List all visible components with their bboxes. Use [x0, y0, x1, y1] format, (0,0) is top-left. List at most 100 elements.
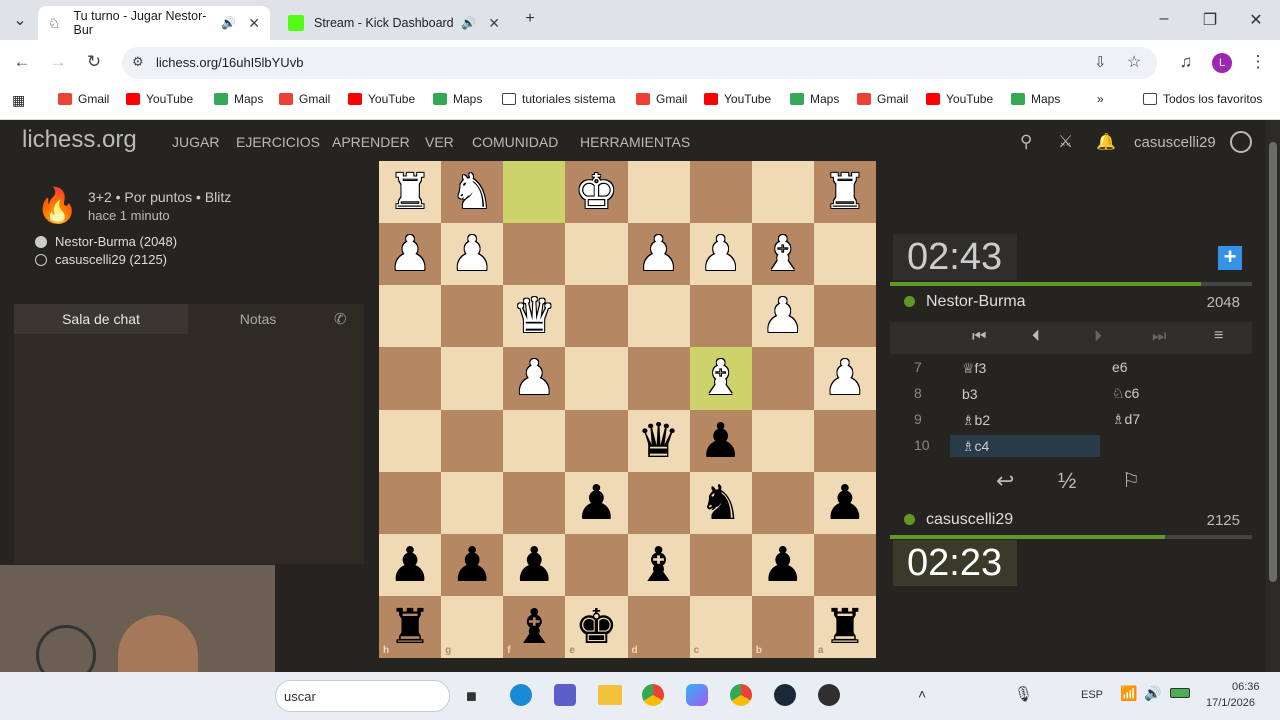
square-e3[interactable]	[565, 285, 628, 348]
edge-icon[interactable]	[510, 684, 532, 706]
bookmark-youtube[interactable]: YouTube	[126, 92, 193, 106]
chrome-profile-icon[interactable]	[730, 684, 752, 706]
white-piece-b2[interactable]: ♝	[752, 223, 814, 285]
square-b5[interactable]	[751, 409, 814, 472]
file-explorer-icon[interactable]	[598, 685, 622, 705]
forward-icon[interactable]: →	[47, 52, 69, 72]
last-move-icon[interactable]: ⏭	[1152, 328, 1166, 346]
tab-list-button[interactable]: ⌄	[10, 10, 30, 30]
square-b6[interactable]	[751, 471, 814, 534]
white-piece-a1[interactable]: ♜	[814, 161, 876, 223]
nav-jugar[interactable]: JUGAR	[172, 134, 219, 150]
nav-ver[interactable]: VER	[425, 134, 454, 150]
move-white[interactable]: ♗b2	[950, 409, 1100, 431]
tab-lichess[interactable]: ♘ Tu turno - Jugar Nestor-Bur 🔊 ✕	[38, 6, 270, 40]
prev-move-icon[interactable]: ⏴	[1032, 328, 1040, 346]
taskbar-search[interactable]: uscar	[275, 680, 450, 712]
square-g5[interactable]	[441, 409, 504, 472]
next-move-icon[interactable]: ⏵	[1094, 328, 1102, 346]
all-favorites[interactable]: Todos los favoritos	[1143, 92, 1262, 106]
star-icon[interactable]: ☆	[1127, 52, 1141, 72]
square-f5[interactable]	[503, 409, 566, 472]
draw-offer-icon[interactable]: ½	[1058, 468, 1076, 494]
chess-board[interactable]: 1 2 3 4 5 6 7 8 h g f e d c b a ♜ ♞ ♚ ♜ ♟ ♟ ♟ ♟ ♝ ♛ ♟ ♟ ♝ ♟ ♛ ♟ ♟ ♞ ♟ ♟ ♟ ♟ ♝ ♟…	[379, 161, 876, 658]
square-f1[interactable]	[503, 161, 566, 224]
close-tab-icon[interactable]: ✕	[248, 15, 260, 32]
resign-flag-icon[interactable]: ⚐	[1122, 468, 1140, 493]
bookmark-maps[interactable]: Maps	[433, 92, 482, 106]
nav-herramientas[interactable]: HERRAMIENTAS	[580, 134, 690, 150]
player-top-name[interactable]: Nestor-Burma	[926, 293, 1026, 311]
reload-icon[interactable]: ↻	[83, 52, 105, 72]
black-piece-e6[interactable]: ♟	[565, 472, 627, 534]
black-piece-c5[interactable]: ♟	[690, 410, 752, 472]
square-g3[interactable]	[441, 285, 504, 348]
black-piece-e8[interactable]: ♚	[565, 596, 627, 658]
white-piece-e1[interactable]: ♚	[565, 161, 627, 223]
player-black[interactable]: casuscelli29 (2125)	[55, 252, 167, 267]
black-piece-f7[interactable]: ♟	[503, 534, 565, 596]
teams-icon[interactable]	[554, 684, 576, 706]
profile-avatar[interactable]: L	[1212, 53, 1232, 73]
square-f2[interactable]	[503, 223, 566, 286]
black-piece-b7[interactable]: ♟	[752, 534, 814, 596]
move-black[interactable]: ♘c6	[1112, 385, 1139, 402]
white-piece-d2[interactable]: ♟	[628, 223, 690, 285]
move-black[interactable]: e6	[1112, 359, 1128, 375]
black-piece-a8[interactable]: ♜	[814, 596, 876, 658]
black-piece-g7[interactable]: ♟	[441, 534, 503, 596]
white-piece-b3[interactable]: ♟	[752, 285, 814, 347]
white-piece-c2[interactable]: ♟	[690, 223, 752, 285]
swords-icon[interactable]: ⚔	[1058, 132, 1073, 152]
bookmark-maps[interactable]: Maps	[790, 92, 839, 106]
clock-date[interactable]: 17/1/2026	[1206, 697, 1255, 709]
square-g6[interactable]	[441, 471, 504, 534]
player-white[interactable]: Nestor-Burma (2048)	[55, 234, 177, 249]
language-indicator[interactable]: ESP	[1081, 689, 1103, 701]
nav-aprender[interactable]: APRENDER	[332, 134, 410, 150]
square-d4[interactable]	[627, 347, 690, 410]
white-piece-a4[interactable]: ♟	[814, 347, 876, 409]
square-g4[interactable]	[441, 347, 504, 410]
square-h4[interactable]	[379, 347, 442, 410]
white-piece-h1[interactable]: ♜	[379, 161, 441, 223]
bookmark-youtube[interactable]: YouTube	[348, 92, 415, 106]
white-piece-h2[interactable]: ♟	[379, 223, 441, 285]
wifi-icon[interactable]: 📶	[1120, 685, 1137, 702]
player-bottom-name[interactable]: casuscelli29	[926, 511, 1013, 529]
phone-icon[interactable]: ✆	[334, 310, 347, 328]
square-d3[interactable]	[627, 285, 690, 348]
black-piece-d5[interactable]: ♛	[628, 410, 690, 472]
square-e2[interactable]	[565, 223, 628, 286]
black-piece-c6[interactable]: ♞	[690, 472, 752, 534]
nav-comunidad[interactable]: COMUNIDAD	[472, 134, 558, 150]
copilot-icon[interactable]	[686, 684, 708, 706]
takeback-icon[interactable]: ↩	[996, 468, 1014, 494]
square-c7[interactable]	[689, 533, 752, 596]
menu-icon[interactable]: ⋮	[1247, 52, 1269, 72]
bookmark-maps[interactable]: Maps	[214, 92, 263, 106]
battery-icon[interactable]	[1170, 688, 1190, 698]
chrome-icon[interactable]	[642, 684, 664, 706]
page-scrollbar[interactable]	[1266, 120, 1280, 672]
bookmark-gmail[interactable]: Gmail	[636, 92, 687, 106]
minimize-button[interactable]: –	[1154, 10, 1174, 28]
square-d6[interactable]	[627, 471, 690, 534]
maximize-button[interactable]: ❐	[1200, 10, 1220, 30]
square-f6[interactable]	[503, 471, 566, 534]
tab-chat[interactable]: Sala de chat	[14, 304, 188, 334]
mic-icon[interactable]: 🎙	[1014, 685, 1033, 703]
search-icon[interactable]: ⚲	[1020, 132, 1032, 152]
close-window-button[interactable]: ✕	[1246, 10, 1266, 30]
user-avatar-icon[interactable]	[1230, 131, 1252, 153]
clock-time[interactable]: 06:36	[1232, 681, 1260, 693]
white-piece-c4[interactable]: ♝	[690, 347, 752, 409]
media-icon[interactable]: ♫	[1175, 52, 1197, 72]
site-info-icon[interactable]: ⚙	[132, 54, 144, 70]
close-tab-icon[interactable]: ✕	[488, 15, 500, 32]
bookmark-gmail[interactable]: Gmail	[58, 92, 109, 106]
black-piece-f8[interactable]: ♝	[503, 596, 565, 658]
bell-icon[interactable]: 🔔	[1096, 132, 1116, 152]
address-bar[interactable]: ⚙ lichess.org/16uhI5lbYUvb ⇩ ☆	[122, 47, 1157, 79]
square-h3[interactable]	[379, 285, 442, 348]
